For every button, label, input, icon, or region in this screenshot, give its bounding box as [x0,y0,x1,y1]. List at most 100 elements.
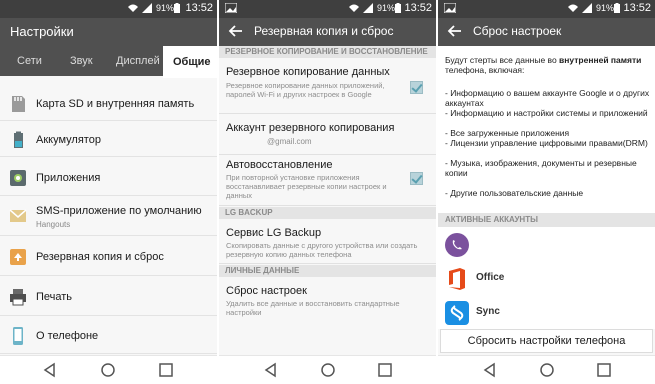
setting-description: Резервное копирование данных приложений,… [226,81,385,99]
account-row-viber [438,227,655,261]
battery-percent: 91% [377,3,396,13]
setting-description: Удалить все данные и восстановить станда… [226,299,400,317]
factory-reset-setting[interactable]: Сброс настроек Удалить все данные и восс… [219,277,436,322]
tab-display[interactable]: Дисплей [116,55,160,67]
sidebar-item-about[interactable]: О телефоне [0,318,217,354]
viber-logo-icon [445,233,469,257]
page-title: Сброс настроек [473,24,562,38]
recents-nav-icon[interactable] [377,362,393,378]
signal-icon [142,3,152,13]
app-bar: Сброс настроек [438,18,655,46]
home-nav-icon[interactable] [539,362,555,378]
clock: 13:52 [185,2,213,14]
back-nav-icon[interactable] [482,362,498,378]
signal-icon [582,3,592,13]
reset-phone-button[interactable]: Сбросить настройки телефона [440,329,653,353]
setting-title: Аккаунт резервного копирования [226,122,395,134]
sidebar-item-backup[interactable]: Резервная копия и сброс [0,238,217,276]
account-email: @gmail.com [267,137,312,146]
image-notification-icon [225,3,237,13]
item-sublabel: Hangouts [36,220,71,229]
backup-account-setting[interactable]: Аккаунт резервного копирования @gmail.co… [219,115,436,155]
battery-icon [395,3,401,13]
recents-nav-icon[interactable] [158,362,174,378]
tab-networks[interactable]: Сети [17,55,42,67]
setting-description: Скопировать данные с другого устройства … [226,241,418,259]
page-title: Настройки [10,24,74,39]
battery-icon [174,3,180,13]
setting-description: При повторной установке приложения восст… [226,173,387,200]
wifi-icon [349,4,359,12]
back-arrow-icon[interactable] [447,23,463,39]
back-nav-icon[interactable] [42,362,58,378]
home-nav-icon[interactable] [320,362,336,378]
bullet-item: - Музыка, изображения, документы и резер… [445,158,637,178]
bullet-item: - Все загруженные приложения [445,128,570,138]
sidebar-item-print[interactable]: Печать [0,278,217,316]
office-logo-icon [449,268,465,290]
item-label: Карта SD и внутренняя память [36,98,195,110]
item-label: Печать [36,291,73,303]
bullet-item: - Информацию о вашем аккаунте Google и о… [445,88,650,108]
nav-bar [219,355,436,384]
factory-reset-screen: 91% 13:52 Сброс настроек Будут стерты вс… [438,0,655,384]
image-notification-icon [444,3,456,13]
wifi-icon [128,4,138,12]
battery-icon [614,3,620,13]
phone-info-icon [13,327,23,345]
sidebar-item-apps[interactable]: Приложения [0,160,217,196]
back-nav-icon[interactable] [263,362,279,378]
status-bar: 91% 13:52 [438,0,655,18]
reset-intro: Будут стерты все данные во внутренней па… [445,55,642,75]
section-header-lg-backup: LG BACKUP [219,207,436,219]
clock: 13:52 [623,2,651,14]
sidebar-item-sms[interactable]: SMS-приложение по умолчанию Hangouts [0,198,217,236]
auto-restore-setting[interactable]: Автовосстановление При повторной установ… [219,156,436,206]
account-row-sync: Sync [438,295,655,329]
tab-sound[interactable]: Звук [70,55,93,67]
page-title: Резервная копия и сброс [254,24,394,38]
backup-reset-screen: 91% 13:52 Резервная копия и сброс РЕЗЕРВ… [219,0,436,384]
backup-icon [10,249,26,265]
clock: 13:52 [404,2,432,14]
item-label: Аккумулятор [36,134,101,146]
auto-restore-checkbox[interactable] [410,172,423,185]
item-label: Приложения [36,172,101,184]
app-bar: Резервная копия и сброс [219,18,436,46]
wifi-icon [568,4,578,12]
sidebar-item-battery[interactable]: Аккумулятор [0,123,217,157]
backup-checkbox[interactable] [410,81,423,94]
section-header-backup: РЕЗЕРВНОЕ КОПИРОВАНИЕ И ВОССТАНОВЛЕНИЕ [219,46,436,58]
signal-icon [363,3,373,13]
nav-bar [0,355,217,384]
account-row-office: Office [438,261,655,295]
status-bar: 91% 13:52 [219,0,436,18]
recents-nav-icon[interactable] [596,362,612,378]
sd-card-icon [12,96,25,112]
settings-screen: 91% 13:52 Настройки Сети Звук Дисплей Об… [0,0,217,384]
account-name: Sync [476,306,500,317]
item-label: SMS-приложение по умолчанию [36,205,202,217]
setting-title: Автовосстановление [226,159,333,171]
battery-icon [14,131,23,148]
battery-percent: 91% [596,3,615,13]
section-header-accounts: АКТИВНЫЕ АККАУНТЫ [438,213,655,227]
section-header-personal: ЛИЧНЫЕ ДАННЫЕ [219,265,436,277]
account-name: Office [476,272,505,283]
app-bar: Настройки [0,18,217,46]
printer-icon [10,289,26,306]
back-arrow-icon[interactable] [228,23,244,39]
battery-percent: 91% [156,3,175,13]
setting-title: Сброс настроек [226,285,307,297]
sidebar-item-storage[interactable]: Карта SD и внутренняя память [0,87,217,121]
nav-bar [438,355,655,384]
tab-general[interactable]: Общие [173,56,211,68]
message-icon [9,209,27,222]
home-nav-icon[interactable] [100,362,116,378]
backup-data-setting[interactable]: Резервное копирование данных Резервное к… [219,58,436,114]
status-bar: 91% 13:52 [0,0,217,18]
lg-backup-setting[interactable]: Сервис LG Backup Скопировать данные с др… [219,219,436,264]
bullet-item: - Информацию и настройки системы и прило… [445,108,648,118]
bullet-item: - Лицензии управление цифровыми правами(… [445,138,648,148]
shazam-logo-icon [445,301,469,325]
